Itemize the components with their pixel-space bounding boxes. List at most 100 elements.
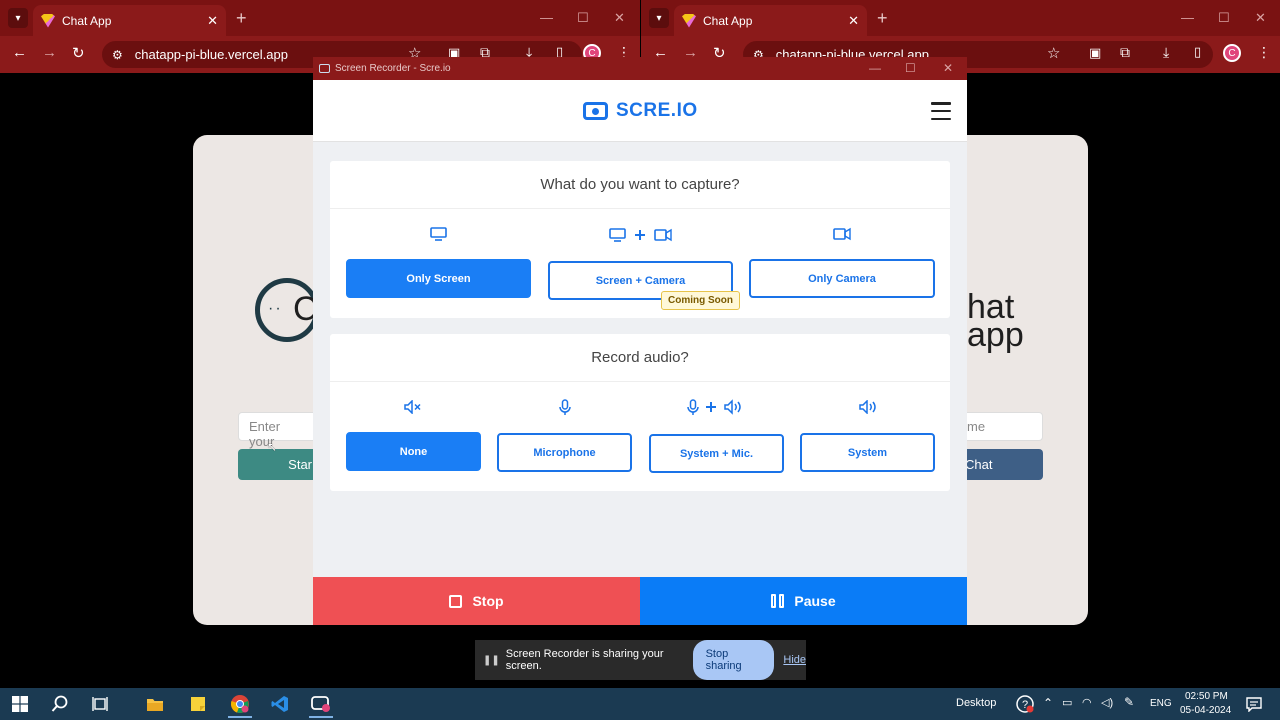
favicon-icon bbox=[41, 13, 55, 28]
extensions-icon[interactable]: ⧉ bbox=[1120, 44, 1130, 61]
new-tab-icon[interactable]: + bbox=[236, 8, 247, 29]
close-window-icon[interactable]: ✕ bbox=[1255, 10, 1266, 26]
tab-strip: ▾ Chat App ✕ + — ☐ ✕ bbox=[0, 0, 640, 36]
close-window-icon[interactable]: ✕ bbox=[614, 10, 625, 26]
favicon-icon bbox=[682, 13, 696, 28]
stop-button[interactable]: Stop bbox=[313, 577, 640, 625]
sharing-message: Screen Recorder is sharing your screen. bbox=[505, 648, 664, 672]
name-input-right[interactable]: me bbox=[962, 412, 1043, 441]
file-explorer-icon[interactable] bbox=[145, 694, 165, 714]
side-panel-icon[interactable]: ▯ bbox=[1194, 44, 1201, 60]
help-icon[interactable]: ? bbox=[1015, 694, 1035, 714]
reload-icon[interactable]: ↻ bbox=[72, 44, 85, 62]
only-camera-button[interactable]: Only Camera bbox=[749, 259, 935, 298]
stop-label: Stop bbox=[472, 593, 504, 609]
monitor-icon bbox=[430, 227, 447, 241]
maximize-icon[interactable]: ☐ bbox=[905, 61, 916, 75]
menu-dots-icon[interactable]: ⋮ bbox=[1257, 44, 1271, 61]
windows-start-icon[interactable] bbox=[10, 694, 30, 714]
profile-avatar[interactable]: C bbox=[1223, 44, 1241, 62]
wifi-icon[interactable]: ◠ bbox=[1082, 696, 1092, 709]
minimize-icon[interactable]: — bbox=[869, 61, 881, 75]
bookmark-star-icon[interactable]: ☆ bbox=[1047, 44, 1060, 62]
chat-dots-icon: ·· bbox=[268, 300, 283, 317]
screen-sharing-bar: ❚❚ Screen Recorder is sharing your scree… bbox=[475, 640, 806, 680]
site-info-icon[interactable]: ⚙ bbox=[112, 48, 123, 62]
tab-title: Chat App bbox=[703, 13, 753, 28]
maximize-icon[interactable]: ☐ bbox=[1218, 10, 1230, 26]
hide-link[interactable]: Hide bbox=[783, 654, 806, 666]
clock-time[interactable]: 02:50 PM bbox=[1185, 691, 1228, 702]
download-icon[interactable]: ⤓ bbox=[1163, 44, 1169, 61]
pause-label: Pause bbox=[794, 593, 836, 609]
camera-icon bbox=[833, 227, 852, 241]
close-window-icon[interactable]: ✕ bbox=[943, 61, 953, 75]
sticky-notes-icon[interactable] bbox=[188, 694, 208, 714]
microphone-plus-speaker-icon bbox=[687, 399, 745, 416]
back-icon[interactable]: ← bbox=[12, 44, 27, 61]
microphone-icon bbox=[559, 399, 571, 416]
task-view-icon[interactable] bbox=[90, 694, 110, 714]
chevron-up-icon[interactable]: ⌃ bbox=[1043, 696, 1053, 710]
start-button-left[interactable]: Star bbox=[238, 449, 318, 480]
search-icon[interactable] bbox=[50, 694, 70, 714]
brand-camera-icon bbox=[583, 102, 608, 120]
clock-date[interactable]: 05-04-2024 bbox=[1180, 705, 1231, 716]
chat-button-right[interactable]: Chat bbox=[962, 449, 1043, 480]
mute-icon bbox=[404, 400, 422, 414]
screen-recorder-app-icon[interactable] bbox=[311, 694, 331, 714]
audio-system-mic-button[interactable]: System + Mic. bbox=[649, 434, 784, 473]
chrome-active-indicator bbox=[228, 716, 252, 718]
only-screen-button[interactable]: Only Screen bbox=[346, 259, 531, 298]
coming-soon-badge: Coming Soon bbox=[661, 291, 740, 310]
recorder-window-title: Screen Recorder - Scre.io bbox=[335, 63, 451, 74]
pen-icon[interactable]: ✎ bbox=[1124, 695, 1134, 709]
close-tab-icon[interactable]: ✕ bbox=[848, 13, 859, 29]
audio-title: Record audio? bbox=[330, 334, 950, 382]
hamburger-menu-icon[interactable] bbox=[931, 102, 951, 120]
chrome-icon[interactable] bbox=[230, 694, 250, 714]
taskbar: Desktop ? ⌃ ▭ ◠ ◁) ✎ ENG 02:50 PM 05-04-… bbox=[0, 688, 1280, 720]
capture-panel: What do you want to capture? Only Screen… bbox=[330, 161, 950, 318]
audio-none-button[interactable]: None bbox=[346, 432, 481, 471]
tab-search-icon[interactable]: ▾ bbox=[8, 8, 28, 28]
notification-icon[interactable] bbox=[1244, 694, 1264, 714]
recorder-title-bar: Screen Recorder - Scre.io — ☐ ✕ bbox=[313, 57, 967, 80]
minimize-icon[interactable]: — bbox=[1181, 10, 1194, 25]
volume-icon[interactable]: ◁) bbox=[1101, 696, 1113, 709]
monitor-plus-camera-icon bbox=[609, 227, 673, 243]
brand-name: SCRE.IO bbox=[616, 100, 698, 121]
audio-system-button[interactable]: System bbox=[800, 433, 935, 472]
battery-icon[interactable]: ▭ bbox=[1062, 696, 1072, 709]
tab-chat-app[interactable]: Chat App ✕ bbox=[674, 5, 867, 36]
vscode-icon[interactable] bbox=[270, 694, 290, 714]
url-text: chatapp-pi-blue.vercel.app bbox=[134, 47, 288, 62]
stop-square-icon bbox=[449, 594, 463, 608]
forward-icon[interactable]: → bbox=[42, 44, 57, 61]
name-input-left[interactable]: Enter your bbox=[238, 412, 318, 449]
close-tab-icon[interactable]: ✕ bbox=[207, 13, 218, 29]
chat-logo-word-2: app bbox=[967, 316, 1024, 354]
tab-chat-app[interactable]: Chat App ✕ bbox=[33, 5, 226, 36]
tab-strip: ▾ Chat App ✕ + — ☐ ✕ bbox=[641, 0, 1280, 36]
language-indicator[interactable]: ENG bbox=[1150, 698, 1172, 709]
stop-sharing-button[interactable]: Stop sharing bbox=[692, 640, 775, 680]
pause-icon bbox=[771, 594, 785, 608]
speaker-icon bbox=[859, 400, 877, 414]
desktop-label[interactable]: Desktop bbox=[956, 697, 996, 709]
recorder-active-indicator bbox=[309, 716, 333, 718]
capture-title: What do you want to capture? bbox=[330, 161, 950, 209]
tab-title: Chat App bbox=[62, 13, 112, 28]
audio-panel: Record audio? None Microphone System + M… bbox=[330, 334, 950, 491]
minimize-icon[interactable]: — bbox=[540, 10, 553, 25]
recorder-app-icon bbox=[319, 64, 330, 73]
new-tab-icon[interactable]: + bbox=[877, 8, 888, 29]
audio-microphone-button[interactable]: Microphone bbox=[497, 433, 632, 472]
brand-logo: SCRE.IO bbox=[583, 100, 698, 122]
maximize-icon[interactable]: ☐ bbox=[577, 10, 589, 26]
tab-search-icon[interactable]: ▾ bbox=[649, 8, 669, 28]
mouse-cursor-icon: ↖ bbox=[267, 440, 278, 454]
sharing-pause-icon: ❚❚ bbox=[483, 654, 500, 666]
screen-recorder-extension-icon[interactable]: ▣ bbox=[1089, 45, 1101, 61]
pause-button[interactable]: Pause bbox=[640, 577, 967, 625]
